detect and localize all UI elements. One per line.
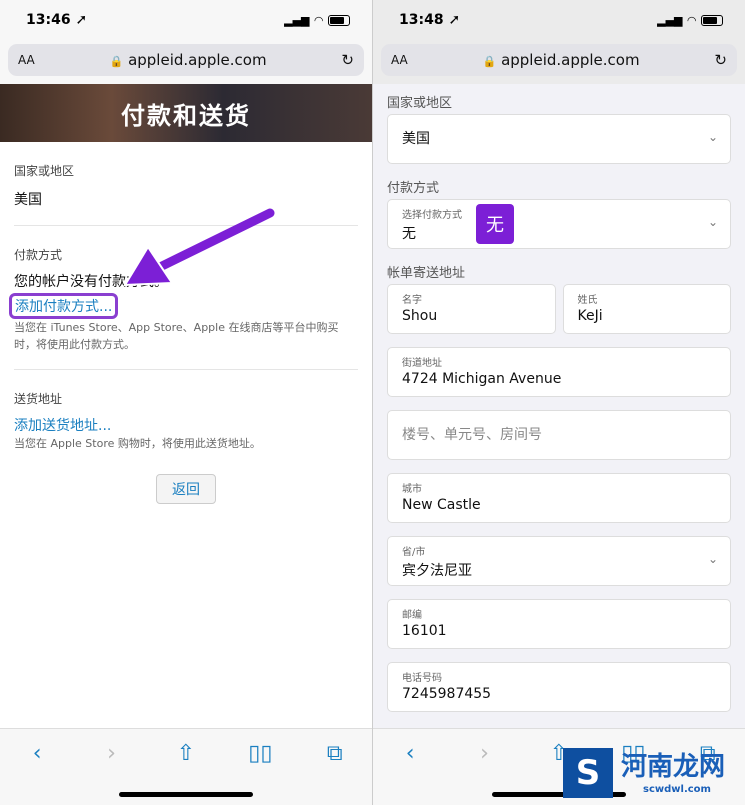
unit-field[interactable]: 楼号、单元号、房间号 — [387, 410, 731, 460]
watermark-name: 河南龙网 — [621, 752, 726, 782]
first-name-field[interactable]: 名字 Shou — [387, 284, 556, 334]
chevron-down-icon: ⌄ — [707, 215, 718, 229]
lock-icon: 🔒 — [482, 55, 497, 68]
home-indicator — [119, 792, 253, 797]
back-button[interactable]: 返回 — [156, 474, 216, 504]
city-field[interactable]: 城市 New Castle — [387, 473, 731, 523]
phone-field[interactable]: 电话号码 7245987455 — [387, 662, 731, 712]
left-phone-screen: 13:46 ➚ ▂▄▆ ◠ AA 🔒 appleid.apple.com ↻ 付款… — [0, 0, 372, 805]
field-value: 7245987455 — [402, 686, 492, 702]
field-label: 省/市 — [402, 547, 426, 558]
wifi-icon: ◠ — [687, 13, 696, 27]
payment-select[interactable]: 选择付款方式无无 ⌄ — [387, 199, 731, 249]
right-phone-screen: 13:48 ➚ ▂▄▆ ◠ AA 🔒 appleid.apple.com ↻ 国家… — [373, 0, 745, 805]
chevron-down-icon: ⌄ — [707, 552, 718, 566]
text-size-button[interactable]: AA — [18, 53, 35, 67]
annotation-arrow-icon — [123, 208, 275, 287]
field-placeholder: 楼号、单元号、房间号 — [402, 427, 542, 443]
lock-icon: 🔒 — [109, 55, 124, 68]
add-shipping-link[interactable]: 添加送货地址... — [14, 415, 358, 435]
street-field[interactable]: 街道地址 4724 Michigan Avenue — [387, 347, 731, 397]
field-label: 街道地址 — [402, 358, 442, 369]
field-value: New Castle — [402, 497, 481, 513]
country-select[interactable]: 美国 ⌄ — [387, 114, 731, 164]
status-bar: 13:46 ➚ ▂▄▆ ◠ — [0, 0, 372, 40]
reload-icon[interactable]: ↻ — [714, 51, 727, 69]
watermark-logo: S — [563, 748, 613, 798]
billing-label: 帐单寄送地址 — [387, 266, 466, 281]
last-name-field[interactable]: 姓氏 KeJi — [562, 284, 731, 334]
watermark: S 河南龙网 scwdwl.com — [563, 744, 743, 804]
url-domain: appleid.apple.com — [501, 51, 640, 69]
field-label: 电话号码 — [402, 673, 442, 684]
field-label: 姓氏 — [577, 295, 598, 306]
zip-field[interactable]: 邮编 16101 — [387, 599, 731, 649]
status-time: 13:48 ➚ — [399, 12, 461, 28]
state-select[interactable]: 省/市宾夕法尼亚 ⌄ — [387, 536, 731, 586]
url-domain: appleid.apple.com — [128, 51, 267, 69]
field-value: 16101 — [402, 623, 447, 639]
divider — [14, 369, 358, 370]
status-time: 13:46 ➚ — [26, 12, 88, 28]
shipping-note: 当您在 Apple Store 购物时，将使用此送货地址。 — [14, 437, 261, 450]
field-value: 4724 Michigan Avenue — [402, 371, 562, 387]
tabs-icon[interactable]: ⧉ — [320, 741, 350, 805]
field-value: Shou — [402, 308, 438, 324]
field-label: 名字 — [402, 295, 422, 306]
field-value: KeJi — [577, 308, 603, 324]
country-label: 国家或地区 — [14, 164, 75, 178]
signal-icon: ▂▄▆ — [284, 13, 310, 27]
battery-icon — [328, 14, 350, 26]
back-icon[interactable]: ‹ — [395, 741, 425, 805]
watermark-domain: scwdwl.com — [643, 784, 711, 795]
battery-icon — [701, 14, 723, 26]
field-label: 城市 — [402, 484, 422, 495]
field-value: 宾夕法尼亚 — [402, 563, 472, 579]
reload-icon[interactable]: ↻ — [341, 51, 354, 69]
annotation-badge: 无 — [476, 204, 514, 244]
shipping-label: 送货地址 — [14, 392, 63, 406]
page-title: 付款和送货 — [0, 84, 372, 142]
wifi-icon: ◠ — [314, 13, 323, 27]
chevron-down-icon: ⌄ — [707, 130, 718, 144]
back-icon[interactable]: ‹ — [22, 741, 52, 805]
status-bar: 13:48 ➚ ▂▄▆ ◠ — [373, 0, 745, 40]
address-bar[interactable]: AA 🔒 appleid.apple.com ↻ — [381, 44, 737, 76]
payment-note: 当您在 iTunes Store、App Store、Apple 在线商店等平台… — [14, 321, 339, 351]
payment-value: 无 — [402, 226, 416, 242]
country-label: 国家或地区 — [387, 96, 453, 111]
text-size-button[interactable]: AA — [391, 53, 408, 67]
signal-icon: ▂▄▆ — [657, 13, 683, 27]
payment-select-label: 选择付款方式 — [402, 210, 462, 221]
field-label: 邮编 — [402, 610, 422, 621]
payment-label: 付款方式 — [387, 181, 440, 196]
address-bar[interactable]: AA 🔒 appleid.apple.com ↻ — [8, 44, 364, 76]
add-payment-link[interactable]: 添加付款方式... — [9, 293, 119, 319]
country-value: 美国 — [402, 131, 430, 147]
